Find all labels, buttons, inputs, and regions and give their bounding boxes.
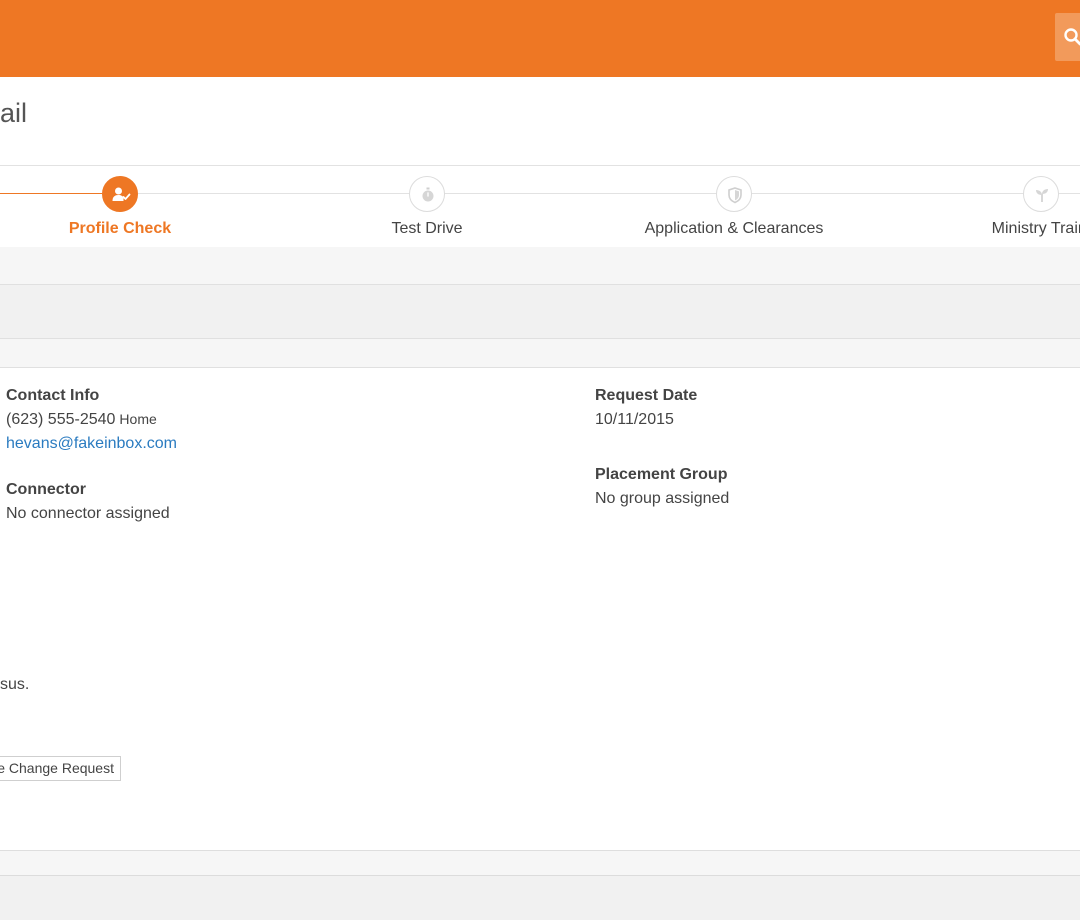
search-button[interactable]	[1055, 13, 1080, 61]
contact-email-link[interactable]: hevans@fakeinbox.com	[6, 435, 177, 453]
step-label: Profile Check	[68, 220, 172, 237]
step-ministry-training[interactable]: Ministry Traini	[921, 166, 1080, 248]
title-area: ail	[0, 77, 1080, 165]
step-circle	[102, 176, 138, 212]
placement-group-label: Placement Group	[595, 466, 728, 483]
stopwatch-icon	[422, 187, 434, 202]
shield-icon	[728, 187, 742, 204]
phone-type: Home	[119, 411, 157, 427]
search-icon	[1064, 28, 1080, 46]
footer-spacer	[0, 851, 1080, 876]
step-profile-check[interactable]: Profile Check	[0, 166, 240, 248]
step-circle	[409, 176, 445, 212]
consensus-text: sus.	[0, 676, 30, 693]
step-label: Test Drive	[391, 220, 463, 237]
step-test-drive[interactable]: Test Drive	[307, 166, 547, 248]
page-title: ail	[0, 98, 28, 128]
step-label: Application & Clearances	[644, 220, 824, 237]
contact-info-label: Contact Info	[6, 387, 100, 404]
step-circle	[1023, 176, 1059, 212]
user-check-icon	[112, 187, 131, 201]
placement-group-value: No group assigned	[595, 490, 730, 507]
footer-bar	[0, 876, 1080, 920]
step-label: Ministry Traini	[991, 220, 1080, 237]
section-spacer	[0, 247, 1080, 284]
connector-label: Connector	[6, 481, 86, 498]
section-subheader-bar	[0, 339, 1080, 368]
phone-number: (623) 555-2540	[6, 411, 116, 428]
progress-stepper: Profile Check Test Drive Application & C…	[0, 165, 1080, 247]
sprout-icon	[1036, 189, 1048, 202]
section-header-bar	[0, 284, 1080, 339]
contact-phone: (623) 555-2540 Home	[6, 411, 157, 429]
request-date-value: 10/11/2015	[595, 411, 674, 428]
request-details-panel: Contact Info (623) 555-2540 Home hevans@f…	[0, 368, 1080, 851]
change-request-button[interactable]: e Change Request	[0, 756, 121, 781]
step-application-clearances[interactable]: Application & Clearances	[614, 166, 854, 248]
connector-value: No connector assigned	[6, 505, 170, 522]
top-navbar	[0, 0, 1080, 77]
step-circle	[716, 176, 752, 212]
request-date-label: Request Date	[595, 387, 698, 404]
